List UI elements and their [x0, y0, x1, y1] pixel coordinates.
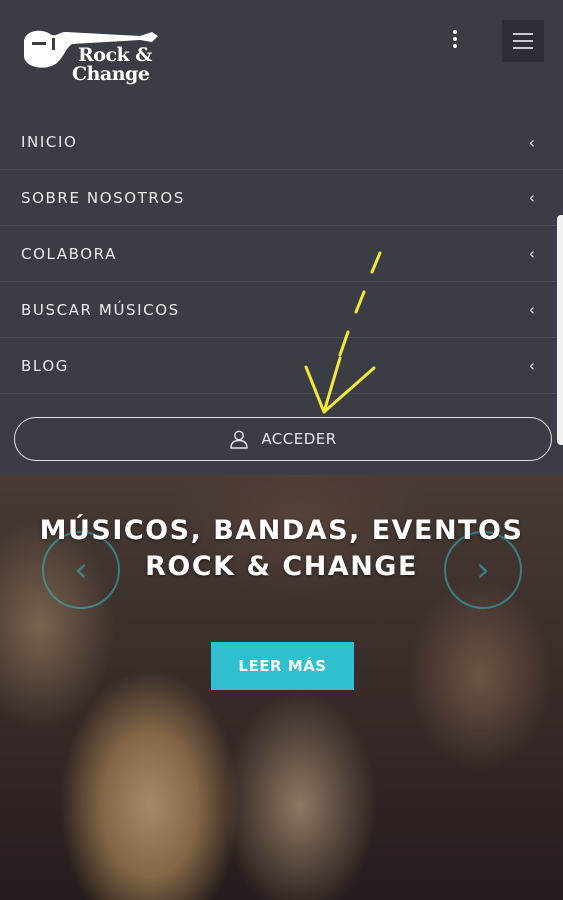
- hero-slider: ‹ › MÚSICOS, BANDAS, EVENTOS ROCK & CHAN…: [0, 475, 563, 900]
- chevron-left-icon[interactable]: ‹: [529, 356, 535, 375]
- user-icon: [230, 430, 249, 449]
- more-options-button[interactable]: [440, 22, 470, 56]
- nav-item-inicio[interactable]: INICIO ‹: [0, 115, 563, 170]
- nav-item-colabora[interactable]: COLABORA ‹: [0, 226, 563, 282]
- scrollbar-handle[interactable]: [557, 215, 563, 445]
- hamburger-menu-button[interactable]: [502, 20, 544, 62]
- nav-item-label: SOBRE NOSOTROS: [21, 188, 185, 207]
- nav-item-label: COLABORA: [21, 244, 117, 263]
- nav-item-label: BLOG: [21, 356, 69, 375]
- nav-item-blog[interactable]: BLOG ‹: [0, 338, 563, 394]
- logo[interactable]: Rock & Change: [22, 20, 162, 90]
- brand-name: Rock & Change: [72, 46, 152, 84]
- acceder-button[interactable]: ACCEDER: [14, 417, 552, 461]
- hamburger-icon: [513, 33, 533, 35]
- nav-item-label: INICIO: [21, 133, 78, 151]
- nav-item-label: BUSCAR MÚSICOS: [21, 300, 180, 319]
- leer-mas-button[interactable]: LEER MÁS: [211, 642, 354, 690]
- chevron-left-icon[interactable]: ‹: [529, 133, 535, 152]
- hero-title-line-1: MÚSICOS, BANDAS, EVENTOS: [39, 515, 524, 546]
- main-nav: INICIO ‹ SOBRE NOSOTROS ‹ COLABORA ‹ BUS…: [0, 115, 563, 394]
- acceder-label: ACCEDER: [261, 430, 337, 448]
- hero-title-line-2: ROCK & CHANGE: [145, 551, 418, 582]
- chevron-left-icon[interactable]: ‹: [529, 300, 535, 319]
- nav-item-buscar-musicos[interactable]: BUSCAR MÚSICOS ‹: [0, 282, 563, 338]
- chevron-left-icon[interactable]: ‹: [529, 188, 535, 207]
- chevron-left-icon[interactable]: ‹: [529, 244, 535, 263]
- header: Rock & Change: [0, 0, 563, 115]
- hero-title: MÚSICOS, BANDAS, EVENTOS ROCK & CHANGE: [0, 513, 563, 585]
- nav-item-sobre-nosotros[interactable]: SOBRE NOSOTROS ‹: [0, 170, 563, 226]
- brand-line-2: Change: [72, 63, 150, 85]
- vertical-dots-icon: [453, 30, 457, 34]
